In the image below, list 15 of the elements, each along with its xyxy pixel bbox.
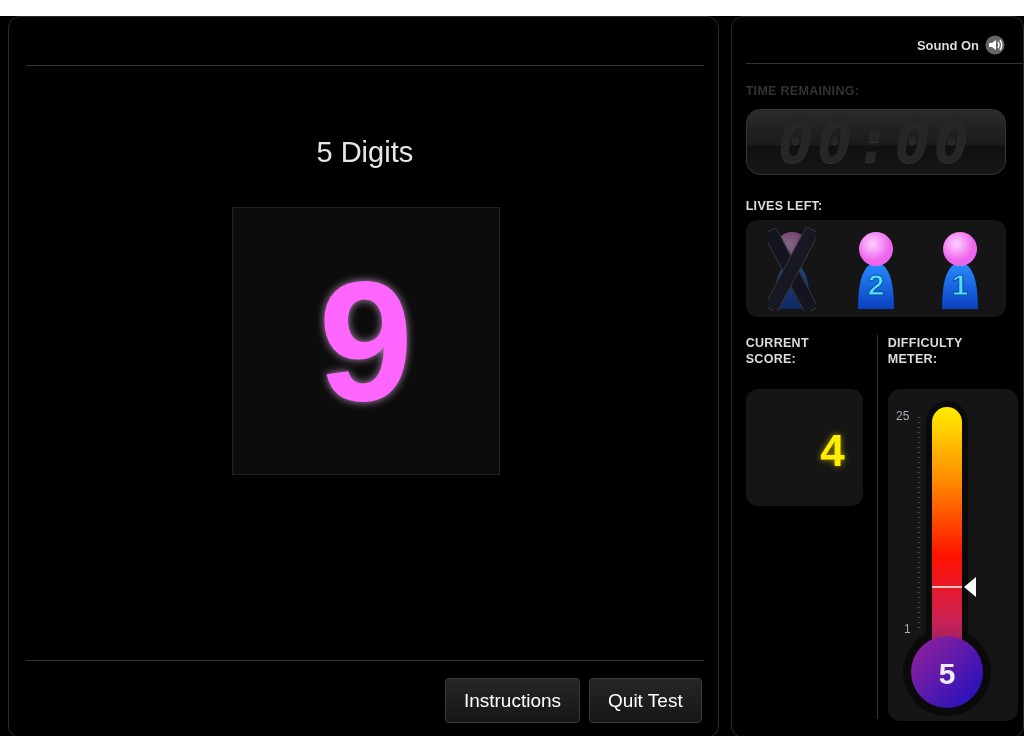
score-value: 4 — [820, 429, 845, 473]
life-number: 2 — [867, 267, 884, 301]
current-digit: 9 — [318, 256, 414, 426]
instructions-button[interactable]: Instructions — [444, 678, 581, 723]
difficulty-value: 5 — [938, 657, 955, 690]
game-title: 5 Digits — [316, 136, 414, 169]
sound-toggle[interactable]: Sound On — [916, 37, 979, 53]
scale-max-label: 25 — [895, 409, 910, 423]
difficulty-label: DIFFICULTY METER: — [887, 335, 964, 367]
score-label: CURRENT SCORE: — [745, 335, 810, 367]
life-number: 1 — [951, 267, 968, 301]
speaker-icon[interactable] — [985, 35, 1005, 55]
quit-button[interactable]: Quit Test — [589, 678, 702, 723]
scale-min-label: 1 — [903, 622, 911, 636]
lives-label: LIVES LEFT: — [745, 198, 824, 214]
